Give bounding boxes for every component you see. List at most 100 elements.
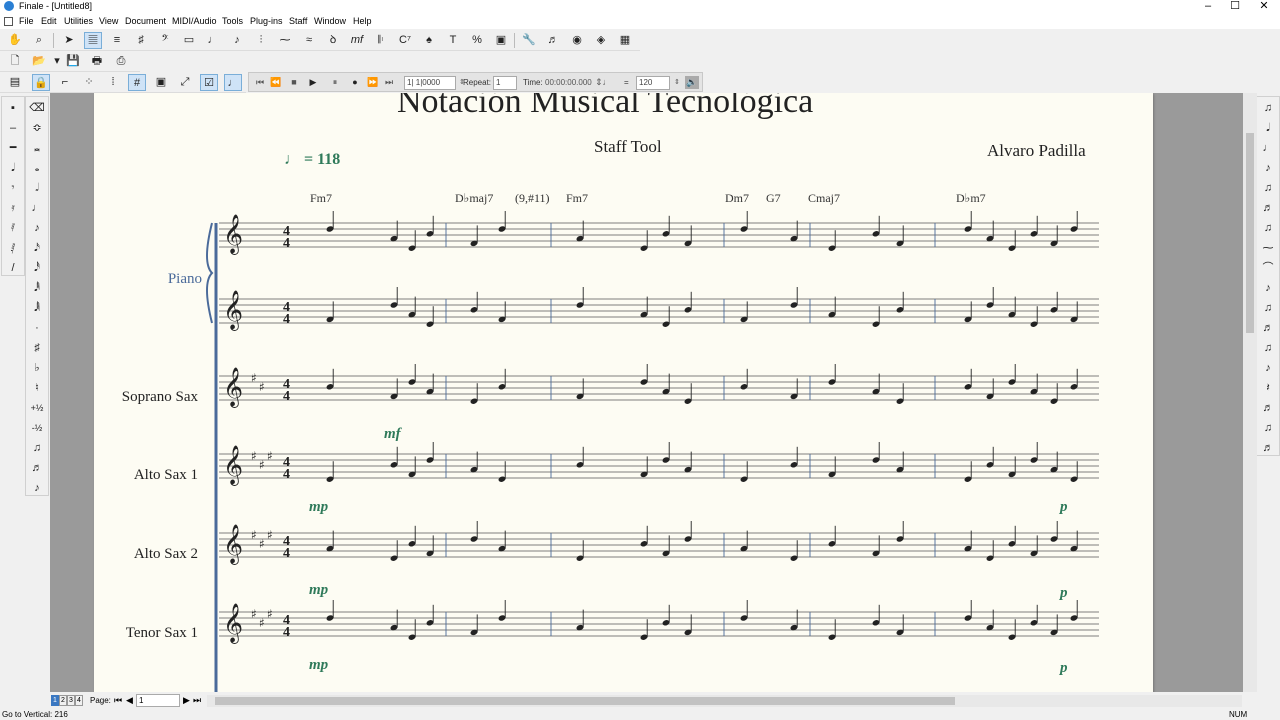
- one-twenty-eighth-icon[interactable]: 𝅘𝅥𝅲: [27, 299, 47, 318]
- tuplet-tool-icon[interactable]: ⫶: [252, 32, 270, 49]
- dash-icon[interactable]: ━: [3, 139, 23, 158]
- note-shape-icon[interactable]: ♪: [1258, 159, 1278, 178]
- menu-help[interactable]: Help: [353, 15, 372, 27]
- forward-end-icon[interactable]: ⏭: [382, 76, 396, 89]
- maximize-button[interactable]: ☐: [1221, 0, 1249, 13]
- menu-utilities[interactable]: Utilities: [64, 15, 93, 27]
- repeat-field[interactable]: 1: [493, 76, 517, 90]
- menu-tools[interactable]: Tools: [222, 15, 243, 27]
- hand-grabber-tool-icon[interactable]: ✋: [6, 32, 24, 49]
- horizontal-scrollbar[interactable]: [207, 695, 1242, 707]
- thirty-second-rest-icon[interactable]: 𝅁: [3, 239, 23, 258]
- multiple-staves-icon[interactable]: ♬: [1258, 439, 1278, 458]
- page-tab-1[interactable]: 1: [51, 695, 59, 706]
- clef-tool-icon[interactable]: 𝄢: [156, 32, 174, 49]
- rewind-icon[interactable]: ⏪: [269, 76, 283, 89]
- natural-icon[interactable]: ♮: [27, 379, 47, 398]
- new-document-icon[interactable]: 🗋: [6, 53, 24, 70]
- beam-angle-icon[interactable]: ♫: [1258, 299, 1278, 318]
- special-tools-icon[interactable]: 🔧: [520, 32, 538, 49]
- menu-edit[interactable]: Edit: [41, 15, 57, 27]
- simple-entry-icon[interactable]: ≡: [108, 32, 126, 49]
- tempo-note-icon[interactable]: ⇕♩: [595, 76, 612, 89]
- grid-icon[interactable]: ⁘: [80, 74, 98, 91]
- lock-icon[interactable]: 🔒: [32, 74, 50, 91]
- menu-file[interactable]: File: [19, 15, 34, 27]
- repeat-tool-icon[interactable]: 𝄆: [372, 32, 390, 49]
- half-step-down-icon[interactable]: -½: [27, 419, 47, 438]
- chord-tool-icon[interactable]: ꝺ: [324, 32, 342, 49]
- speedy-entry-icon[interactable]: ♪: [228, 32, 246, 49]
- rest-icon[interactable]: 𝄾: [3, 179, 23, 198]
- fit-icon[interactable]: ⤢: [176, 74, 194, 91]
- page-tab-4[interactable]: 4: [75, 695, 83, 706]
- horizontal-scroll-thumb[interactable]: [215, 697, 955, 705]
- staff-tool-icon[interactable]: 𝄚: [84, 32, 102, 49]
- slash-icon[interactable]: /: [3, 259, 23, 278]
- tuplet-icon[interactable]: ♬: [27, 459, 47, 478]
- document-icon[interactable]: [4, 17, 13, 26]
- ossia-tool-icon[interactable]: ▦: [616, 32, 634, 49]
- tuplet-tool-icon[interactable]: ♫: [1258, 99, 1278, 118]
- minimize-button[interactable]: –: [1194, 0, 1222, 13]
- scanning-icon[interactable]: ⎙: [112, 53, 130, 70]
- hyperscribe-tool-icon[interactable]: ◉: [568, 32, 586, 49]
- tie-tool-icon[interactable]: ⌒: [1258, 259, 1278, 278]
- close-button[interactable]: ✕: [1250, 0, 1278, 13]
- page-tab-3[interactable]: 3: [67, 695, 75, 706]
- score-document-area[interactable]: Notación Musical Tecnológica Staff Tool …: [50, 93, 1243, 692]
- tie-icon[interactable]: ≎: [27, 119, 47, 138]
- flip-icon[interactable]: ♬: [1258, 199, 1278, 218]
- broken-beam-icon[interactable]: ♫: [1258, 219, 1278, 238]
- sixty-fourth-icon[interactable]: 𝅘𝅥𝅱: [27, 279, 47, 298]
- sixteenth-note-icon[interactable]: 𝅘𝅥𝅯: [27, 239, 47, 258]
- menu-staff[interactable]: Staff: [289, 15, 307, 27]
- page-number-field[interactable]: 1: [136, 694, 180, 707]
- fast-forward-icon[interactable]: ⏩: [366, 76, 380, 89]
- menu-document[interactable]: Document: [125, 15, 166, 27]
- menu-window[interactable]: Window: [314, 15, 346, 27]
- stop-icon[interactable]: ■: [287, 76, 301, 89]
- measure-tool-icon[interactable]: ▭: [180, 32, 198, 49]
- play-icon[interactable]: ▶: [306, 76, 320, 89]
- lyric-position-icon[interactable]: ♬: [1258, 399, 1278, 418]
- last-page-icon[interactable]: ⏭: [193, 695, 201, 706]
- pause-icon[interactable]: ⏸: [328, 76, 342, 89]
- lyrics-tool-icon[interactable]: ♠: [420, 32, 438, 49]
- smart-shape-tool-icon[interactable]: ⁓: [276, 32, 294, 49]
- stem-direction-icon[interactable]: ♬: [1258, 319, 1278, 338]
- flat-icon[interactable]: ♭: [27, 359, 47, 378]
- sixteenth-rest-icon[interactable]: 𝅀: [3, 219, 23, 238]
- graphics-tool-icon[interactable]: ▣: [492, 32, 510, 49]
- print-icon[interactable]: 🖶: [88, 53, 106, 70]
- text-tool-icon[interactable]: T: [444, 32, 462, 49]
- dot-tool-icon[interactable]: ♪: [1258, 279, 1278, 298]
- cross-staff-icon[interactable]: ♪: [1258, 359, 1278, 378]
- half-note-icon[interactable]: 𝅗𝅥: [27, 179, 47, 198]
- tempo-spin-icon[interactable]: ⇕: [670, 76, 684, 89]
- selection-tool-icon[interactable]: ➤: [60, 32, 78, 49]
- open-file-icon[interactable]: 📂: [30, 53, 48, 70]
- dot-icon[interactable]: ·: [27, 319, 47, 338]
- studio-view-icon[interactable]: ⌐: [56, 74, 74, 91]
- previous-page-icon[interactable]: ◀: [126, 695, 133, 706]
- simple-note-tool-icon[interactable]: ♩: [204, 32, 222, 49]
- scroll-thumb[interactable]: [1246, 133, 1254, 333]
- measure-counter-field[interactable]: 1| 1|0000: [404, 76, 456, 90]
- whole-note-icon[interactable]: 𝅝: [27, 159, 47, 178]
- eighth-note-icon[interactable]: ♪: [27, 219, 47, 238]
- menu-midi-audio[interactable]: MIDI/Audio: [172, 15, 217, 27]
- save-icon[interactable]: 💾: [64, 53, 82, 70]
- notation-staves[interactable]: 𝄞 44𝄞 44𝄞 44♯♯𝄞 44♯♯♯𝄞 44♯♯♯𝄞 44♯♯♯: [94, 93, 1153, 692]
- sharp-icon[interactable]: ♯: [27, 339, 47, 358]
- midi-tool-icon[interactable]: ♬: [544, 32, 562, 49]
- lyrics-palette-icon[interactable]: ◈: [592, 32, 610, 49]
- accent-icon[interactable]: 𝅘𝅥: [1258, 119, 1278, 138]
- bracket-icon[interactable]: ▪: [3, 99, 23, 118]
- menu-plug-ins[interactable]: Plug-ins: [250, 15, 283, 27]
- tempo-field[interactable]: 120: [636, 76, 670, 90]
- staff-line-icon[interactable]: –: [3, 119, 23, 138]
- articulation-tool-icon[interactable]: ≈: [300, 32, 318, 49]
- half-step-up-icon[interactable]: +½: [27, 399, 47, 418]
- rest-position-icon[interactable]: 𝄽: [1258, 379, 1278, 398]
